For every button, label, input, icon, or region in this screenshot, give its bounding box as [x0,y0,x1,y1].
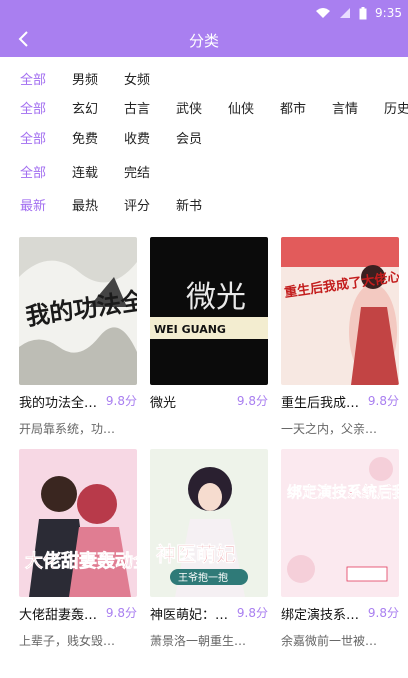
filter-chip[interactable]: 全部 [20,69,46,88]
filter-chip[interactable]: 玄幻 [72,98,98,117]
wifi-icon [316,8,331,18]
filter-chip[interactable]: 最热 [72,195,98,214]
book-score: 9.8分 [105,606,137,620]
status-time: 9:35 [375,6,402,20]
book-score: 9.8分 [367,606,399,620]
book-cover-title: 神医萌妃 [156,542,236,566]
filter-chip[interactable]: 连载 [72,162,98,181]
book-cover-title: 微光 [186,280,246,315]
filter-chip[interactable]: 男频 [72,69,98,88]
book-desc: 上辈子，贱女毁… [19,634,116,648]
filter-chip[interactable]: 言情 [332,98,358,117]
book-cover: 大佬甜妻轰动全城 [19,449,137,597]
book-cover-title: 大佬甜妻轰动全城 [25,550,137,572]
filter-chip[interactable]: 仙侠 [228,98,254,117]
book-title: 绑定演技系… [281,608,359,623]
filter-chip[interactable]: 收费 [124,128,150,147]
filter-chip[interactable]: 会员 [176,128,202,147]
filter-chip[interactable]: 全部 [20,98,46,117]
filter-chip[interactable]: 武侠 [176,98,202,117]
book-cover: 神医萌妃 王爷抱一抱 [150,449,268,597]
book-desc: 一天之内，父亲… [281,422,378,436]
filter-chip[interactable]: 历史 [384,98,408,117]
book-desc: 余嘉微前一世被… [281,634,378,648]
filter-chip[interactable]: 全部 [20,162,46,181]
book-title: 神医萌妃：… [150,608,228,623]
filter-chip[interactable]: 免费 [72,128,98,147]
book-cover-title: 绑定演技系统后我爆红了 [287,483,399,501]
filter-chip[interactable]: 完结 [124,162,150,181]
book-cover: 我的功法全靠偷 [19,237,137,385]
filter-chip[interactable]: 评分 [124,195,150,214]
book-score: 9.8分 [236,394,268,408]
filter-chip[interactable]: 都市 [280,98,306,117]
book-title: 我的功法全… [19,396,97,411]
book-cover-subtitle: WEI GUANG [154,323,226,336]
book-title: 微光 [150,396,177,411]
filter-chip[interactable]: 最新 [20,195,46,214]
book-score: 9.8分 [236,606,268,620]
book-desc: 萧景洛一朝重生… [150,634,247,648]
battery-icon [359,6,367,19]
book-title: 大佬甜妻轰… [19,608,97,623]
signal-icon [340,8,351,18]
book-desc: 开局靠系统，功… [19,422,116,436]
book-cover-subtitle: 王爷抱一抱 [178,571,228,584]
status-bar: 9:35 [315,6,402,20]
app-header: 9:35 分类 [0,0,408,57]
book-title: 重生后我成… [281,396,359,411]
page-title: 分类 [188,32,219,50]
book-cover: 微光 WEI GUANG [150,237,268,385]
book-cover: 重生后我成了大佬心尖尖 [281,237,399,385]
filter-chip[interactable]: 新书 [176,195,202,214]
filter-chip[interactable]: 女频 [124,69,150,88]
filter-chip[interactable]: 全部 [20,128,46,147]
book-score: 9.8分 [367,394,399,408]
book-score: 9.8分 [105,394,137,408]
book-cover: 绑定演技系统后我爆红了 [281,449,399,597]
filter-chip[interactable]: 古言 [124,98,150,117]
